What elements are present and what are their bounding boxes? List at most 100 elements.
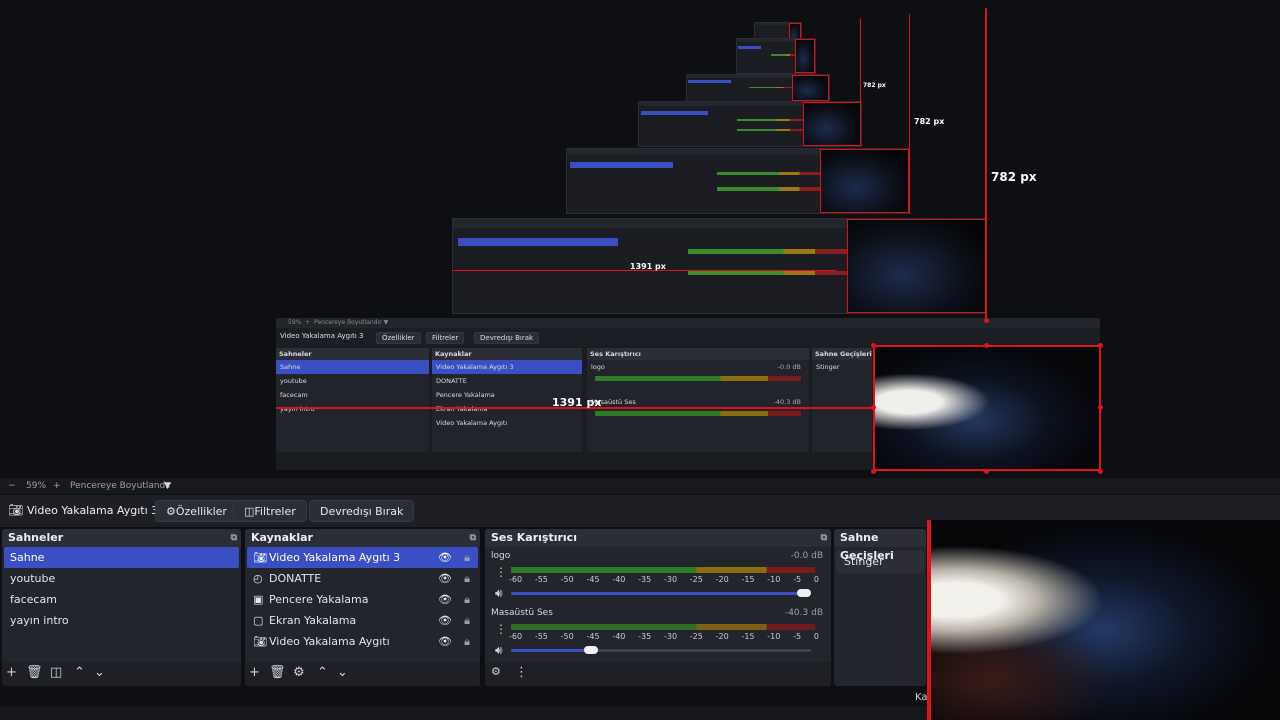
mixer-menu-icon[interactable]: ⋮ <box>515 665 528 680</box>
visibility-eye-icon[interactable]: 👁︎ <box>438 568 452 589</box>
source-item[interactable]: 📷︎ Video Yakalama Aygıtı 👁︎ 🔒︎ <box>247 631 478 652</box>
zoom-in-button[interactable]: + <box>53 478 61 494</box>
measure-label-width: 1391 px <box>552 396 602 409</box>
source-item[interactable]: ▣ Pencere Yakalama 👁︎ 🔒︎ <box>247 589 478 610</box>
sources-header: Kaynaklar ⧉ <box>245 529 480 547</box>
nested-transitions-title: Sahne Geçişleri <box>812 348 872 360</box>
speaker-icon[interactable]: 🔊︎ <box>495 586 503 601</box>
fit-to-window-label[interactable]: Pencereye Boyutlandır <box>70 478 171 494</box>
visibility-eye-icon[interactable]: 👁︎ <box>438 547 452 568</box>
scene-item-sahne[interactable]: Sahne <box>4 547 239 568</box>
scene-item-facecam[interactable]: facecam <box>4 589 239 610</box>
nested-fit: Pencereye Boyutlandır <box>314 319 382 326</box>
recursive-preview-level-3 <box>638 101 862 147</box>
remove-scene-button[interactable]: 🗑︎ <box>26 665 43 680</box>
volume-slider[interactable] <box>511 589 811 597</box>
nested-scene: youtube <box>280 377 307 385</box>
scenes-title: Sahneler <box>8 531 64 544</box>
source-label: Ekran Yakalama <box>269 614 357 627</box>
resize-handle-right[interactable] <box>1098 405 1103 410</box>
scene-item-yayin-intro[interactable]: yayın intro <box>4 610 239 631</box>
advanced-audio-gear-icon[interactable]: ⚙ <box>491 665 501 678</box>
transitions-header: Sahne Geçişleri <box>834 529 926 562</box>
resize-handle-left[interactable] <box>871 405 876 410</box>
speaker-icon[interactable]: 🔊︎ <box>495 643 503 658</box>
mixer-footer: ⚙ ⋮ <box>485 662 831 686</box>
scenes-dock: Sahneler ⧉ Sahne youtube facecam yayın i… <box>2 529 241 686</box>
nested-sources-title: Kaynaklar <box>432 348 582 360</box>
fit-dropdown-arrow-icon[interactable]: ▼ <box>164 478 171 494</box>
move-down-button[interactable]: ⌄ <box>337 665 348 680</box>
resize-handle-tl[interactable] <box>871 343 876 348</box>
nested-mixer-title: Ses Karıştırıcı <box>587 348 809 360</box>
selected-source-webcam-box[interactable] <box>873 345 1101 471</box>
source-item[interactable]: ▢ Ekran Yakalama 👁︎ 🔒︎ <box>247 610 478 631</box>
lock-icon[interactable]: 🔒︎ <box>464 610 470 631</box>
resize-handle-bottom[interactable] <box>984 469 989 474</box>
lock-icon[interactable]: 🔒︎ <box>464 631 470 652</box>
webcam-edge <box>927 520 931 720</box>
preview-canvas[interactable]: 782 px 782 px 782 px 1391 px 59% + Pence… <box>0 0 1280 478</box>
resize-handle-top[interactable] <box>984 343 989 348</box>
transitions-title: Sahne Geçişleri <box>840 531 894 562</box>
channel-menu-icon[interactable]: ⋮ <box>495 622 507 636</box>
volume-knob[interactable] <box>797 589 811 597</box>
visibility-eye-icon[interactable]: 👁︎ <box>438 610 452 631</box>
lock-icon[interactable]: 🔒︎ <box>464 589 470 610</box>
level-meter <box>511 624 815 630</box>
source-item[interactable]: ◴ DONATTE 👁︎ 🔒︎ <box>247 568 478 589</box>
channel-menu-icon[interactable]: ⋮ <box>495 565 507 579</box>
source-properties-gear-icon[interactable]: ⚙ <box>293 665 305 680</box>
bottom-strip <box>0 706 927 720</box>
deactivate-button[interactable]: Devredışı Bırak <box>309 500 415 522</box>
measure-line-vertical-mid <box>909 14 910 214</box>
measure-line-vertical-small <box>860 18 861 144</box>
undock-icon[interactable]: ⧉ <box>470 529 476 547</box>
lock-icon[interactable]: 🔒︎ <box>464 568 470 589</box>
sources-title: Kaynaklar <box>251 531 313 544</box>
source-item[interactable]: 📷︎ Video Yakalama Aygıtı 3 👁︎ 🔒︎ <box>247 547 478 568</box>
visibility-eye-icon[interactable]: 👁︎ <box>438 631 452 652</box>
resize-handle-br[interactable] <box>1098 469 1103 474</box>
move-up-button[interactable]: ⌃ <box>317 665 328 680</box>
scenes-footer: + 🗑︎ ◫ ⌃ ⌄ <box>2 662 241 686</box>
lock-icon[interactable]: 🔒︎ <box>464 547 470 568</box>
visibility-eye-icon[interactable]: 👁︎ <box>438 589 452 610</box>
zoom-out-button[interactable]: − <box>8 478 16 494</box>
measure-label-width-small: 1391 px <box>630 262 666 271</box>
status-partial-label: Ka <box>915 692 928 703</box>
properties-button[interactable]: ⚙Özellikler <box>155 500 238 522</box>
undock-icon[interactable]: ⧉ <box>231 529 237 547</box>
gear-icon: ⚙ <box>166 505 176 518</box>
scene-item-youtube[interactable]: youtube <box>4 568 239 589</box>
mixer-title: Ses Karıştırıcı <box>491 531 577 544</box>
nested-source-name: Video Yakalama Aygıtı 3 <box>280 332 364 340</box>
meter-ticks: -60 -55 -50 -45 -40 -35 -30 -25 -20 -15 -10 -5 0 <box>509 575 819 584</box>
nested-source: Video Yakalama Aygıtı <box>436 419 508 427</box>
measure-anchor-dot <box>984 318 989 323</box>
deactivate-label: Devredışı Bırak <box>320 505 404 518</box>
channel-name: logo <box>491 551 511 561</box>
resize-handle-bl[interactable] <box>871 469 876 474</box>
scenes-header: Sahneler ⧉ <box>2 529 241 547</box>
recursive-preview-level-2 <box>566 148 910 214</box>
undock-icon[interactable]: ⧉ <box>821 529 827 547</box>
add-scene-button[interactable]: + <box>6 665 17 680</box>
filters-button[interactable]: ◫Filtreler <box>233 500 307 522</box>
nested-scenes-title: Sahneler <box>276 348 429 360</box>
camera-icon: 📷︎ <box>253 551 267 564</box>
source-label: DONATTE <box>269 572 322 585</box>
remove-source-button[interactable]: 🗑︎ <box>269 665 286 680</box>
measure-label-mid: 782 px <box>914 117 945 126</box>
volume-knob[interactable] <box>584 646 598 654</box>
source-label: Pencere Yakalama <box>269 593 369 606</box>
resize-handle-tr[interactable] <box>1098 343 1103 348</box>
scene-filters-button[interactable]: ◫ <box>50 665 62 680</box>
move-down-button[interactable]: ⌄ <box>94 665 105 680</box>
move-up-button[interactable]: ⌃ <box>74 665 85 680</box>
add-source-button[interactable]: + <box>249 665 260 680</box>
nested-scene: facecam <box>280 391 308 399</box>
nested-source: Video Yakalama Aygıtı 3 <box>432 360 582 374</box>
nested-scene: yayın intro <box>280 405 315 413</box>
volume-slider[interactable] <box>511 646 811 654</box>
